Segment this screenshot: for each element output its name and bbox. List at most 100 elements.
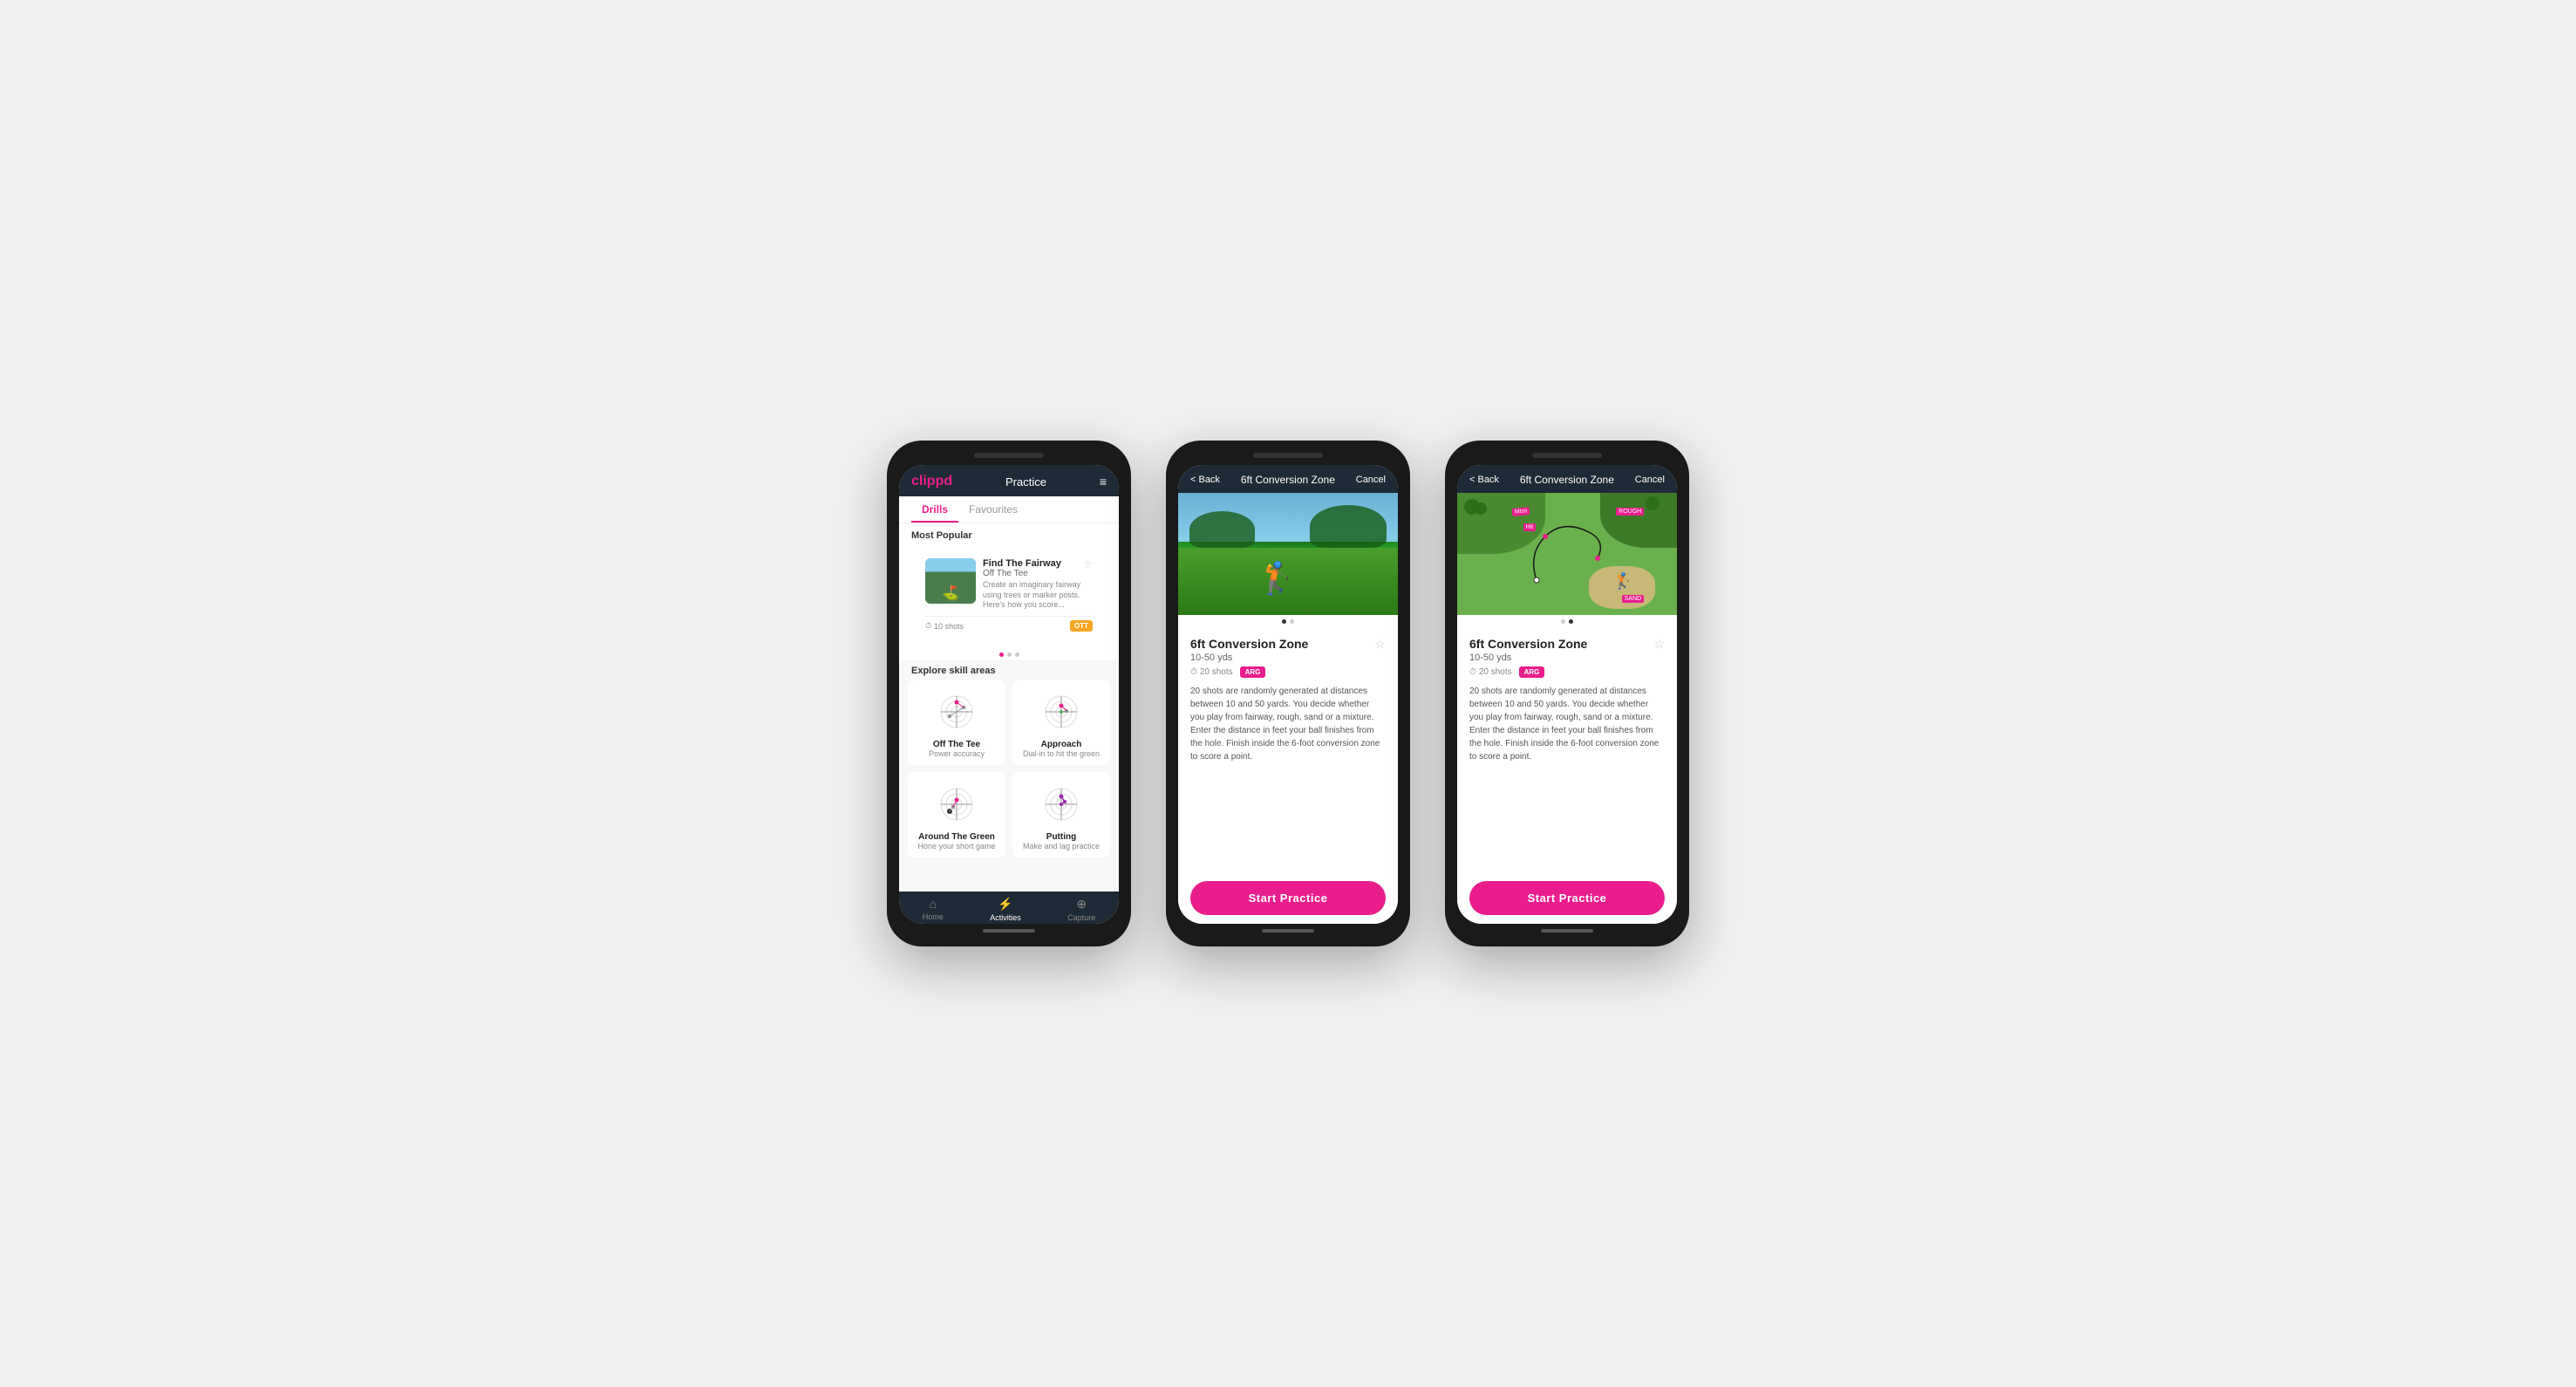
bottom-nav: ⌂ Home ⚡ Activities ⊕ Capture <box>899 892 1119 924</box>
start-practice-button-3[interactable]: Start Practice <box>1469 881 1665 915</box>
nav-capture-label: Capture <box>1067 913 1095 922</box>
skill-approach[interactable]: Approach Dial-in to hit the green <box>1012 680 1110 765</box>
skill-putting[interactable]: Putting Make and lag practice <box>1012 772 1110 857</box>
skill-sub-ott: Power accuracy <box>915 749 998 758</box>
card-subtitle: Off The Tee <box>983 569 1093 578</box>
drill-header-3: < Back 6ft Conversion Zone Cancel <box>1457 465 1677 493</box>
clock-icon-2: ⏱ <box>1190 667 1197 677</box>
drill-title-3: 6ft Conversion Zone <box>1469 637 1587 651</box>
card-title: Find The Fairway <box>983 558 1093 569</box>
drill-meta-3: ⏱ 20 shots ARG <box>1469 666 1665 678</box>
dot-3 <box>1015 653 1019 657</box>
off-tee-icon <box>930 688 983 736</box>
dot-1 <box>999 653 1004 657</box>
cancel-button-3[interactable]: Cancel <box>1635 475 1665 485</box>
app-header: clippd Practice ≡ <box>899 465 1119 496</box>
clock-icon: ⏱ <box>925 621 931 631</box>
header-title: Practice <box>1005 475 1046 489</box>
skill-name-putting: Putting <box>1019 832 1103 842</box>
tab-favourites[interactable]: Favourites <box>958 496 1028 523</box>
screen-1: clippd Practice ≡ Drills Favourites Most… <box>899 465 1119 924</box>
start-practice-button-2[interactable]: Start Practice <box>1190 881 1386 915</box>
drill-content-2: 6ft Conversion Zone 10-50 yds ☆ ⏱ 20 sho… <box>1178 628 1398 874</box>
drill-footer-2: Start Practice <box>1178 874 1398 924</box>
app-logo: clippd <box>911 474 952 489</box>
home-icon: ⌂ <box>930 897 937 911</box>
dot-2 <box>1007 653 1012 657</box>
skill-name-approach: Approach <box>1019 740 1103 749</box>
cancel-button-2[interactable]: Cancel <box>1356 475 1386 485</box>
home-bar-2 <box>1262 929 1314 933</box>
back-button-3[interactable]: < Back <box>1469 475 1499 485</box>
home-bar-3 <box>1541 929 1593 933</box>
phone-2: < Back 6ft Conversion Zone Cancel 🏌️ <box>1166 441 1410 946</box>
dot3-1 <box>1561 619 1565 624</box>
phone-1: clippd Practice ≡ Drills Favourites Most… <box>887 441 1131 946</box>
category-badge-2: ARG <box>1240 666 1266 678</box>
image-dots-3 <box>1457 615 1677 628</box>
nav-home-label: Home <box>923 912 944 921</box>
tab-drills[interactable]: Drills <box>911 496 958 523</box>
dot2-1 <box>1282 619 1286 624</box>
skill-off-the-tee[interactable]: Off The Tee Power accuracy <box>908 680 1005 765</box>
tab-bar: Drills Favourites <box>899 496 1119 523</box>
image-dots-2 <box>1178 615 1398 628</box>
favourite-icon[interactable]: ☆ <box>1083 558 1093 571</box>
skill-name-ott: Off The Tee <box>915 740 998 749</box>
featured-card[interactable]: Find The Fairway Off The Tee Create an i… <box>917 550 1101 640</box>
drill-header-title-3: 6ft Conversion Zone <box>1520 474 1614 486</box>
clock-icon-3: ⏱ <box>1469 667 1476 677</box>
skill-sub-putting: Make and lag practice <box>1019 842 1103 851</box>
explore-label: Explore skill areas <box>899 660 1119 680</box>
card-text-block: Find The Fairway Off The Tee Create an i… <box>983 558 1093 611</box>
back-button-2[interactable]: < Back <box>1190 475 1220 485</box>
drill-description-3: 20 shots are randomly generated at dista… <box>1469 685 1665 763</box>
drill-header-2: < Back 6ft Conversion Zone Cancel <box>1178 465 1398 493</box>
notch-1 <box>974 453 1044 458</box>
activities-icon: ⚡ <box>998 897 1012 912</box>
card-footer: ⏱ 10 shots OTT <box>925 616 1093 632</box>
skill-sub-approach: Dial-in to hit the green <box>1019 749 1103 758</box>
drill-content-3: 6ft Conversion Zone 10-50 yds ☆ ⏱ 20 sho… <box>1457 628 1677 874</box>
nav-capture[interactable]: ⊕ Capture <box>1067 897 1095 922</box>
skill-around-green[interactable]: Around The Green Hone your short game <box>908 772 1005 857</box>
nav-activities[interactable]: ⚡ Activities <box>990 897 1021 922</box>
shots-label-3: ⏱ 20 shots <box>1469 667 1512 677</box>
favourite-icon-2[interactable]: ☆ <box>1374 637 1386 652</box>
dot2-2 <box>1290 619 1294 624</box>
skill-areas-grid: Off The Tee Power accuracy <box>899 680 1119 864</box>
drill-footer-3: Start Practice <box>1457 874 1677 924</box>
card-description: Create an imaginary fairway using trees … <box>983 580 1093 611</box>
notch-3 <box>1532 453 1602 458</box>
notch-2 <box>1253 453 1323 458</box>
drill-image-2: 🏌️ <box>1178 493 1398 615</box>
home-bar-1 <box>983 929 1035 933</box>
drill-header-title-2: 6ft Conversion Zone <box>1241 474 1335 486</box>
capture-icon: ⊕ <box>1076 897 1087 912</box>
carousel-dots <box>899 649 1119 660</box>
approach-icon <box>1035 688 1087 736</box>
skill-sub-atg: Hone your short game <box>915 842 998 851</box>
dot3-2 <box>1569 619 1573 624</box>
nav-home[interactable]: ⌂ Home <box>923 897 944 922</box>
skill-name-atg: Around The Green <box>915 832 998 842</box>
around-green-icon <box>930 781 983 829</box>
screen-3: < Back 6ft Conversion Zone Cancel Miss R… <box>1457 465 1677 924</box>
screen-2: < Back 6ft Conversion Zone Cancel 🏌️ <box>1178 465 1398 924</box>
drill-description-2: 20 shots are randomly generated at dista… <box>1190 685 1386 763</box>
drill-image-3: Miss ROUGH Hit SAND 🏌️ <box>1457 493 1677 615</box>
drill-range-2: 10-50 yds <box>1190 653 1308 663</box>
shots-label-2: ⏱ 20 shots <box>1190 667 1233 677</box>
drill-meta-2: ⏱ 20 shots ARG <box>1190 666 1386 678</box>
phone-3: < Back 6ft Conversion Zone Cancel Miss R… <box>1445 441 1689 946</box>
shot-count: ⏱ 10 shots <box>925 621 964 631</box>
favourite-icon-3[interactable]: ☆ <box>1653 637 1665 652</box>
most-popular-label: Most Popular <box>899 523 1119 544</box>
category-badge-3: ARG <box>1519 666 1545 678</box>
menu-icon[interactable]: ≡ <box>1100 475 1107 489</box>
category-badge: OTT <box>1070 620 1093 632</box>
nav-activities-label: Activities <box>990 913 1021 922</box>
drill-title-2: 6ft Conversion Zone <box>1190 637 1308 651</box>
putting-icon <box>1035 781 1087 829</box>
card-thumbnail <box>925 558 976 604</box>
